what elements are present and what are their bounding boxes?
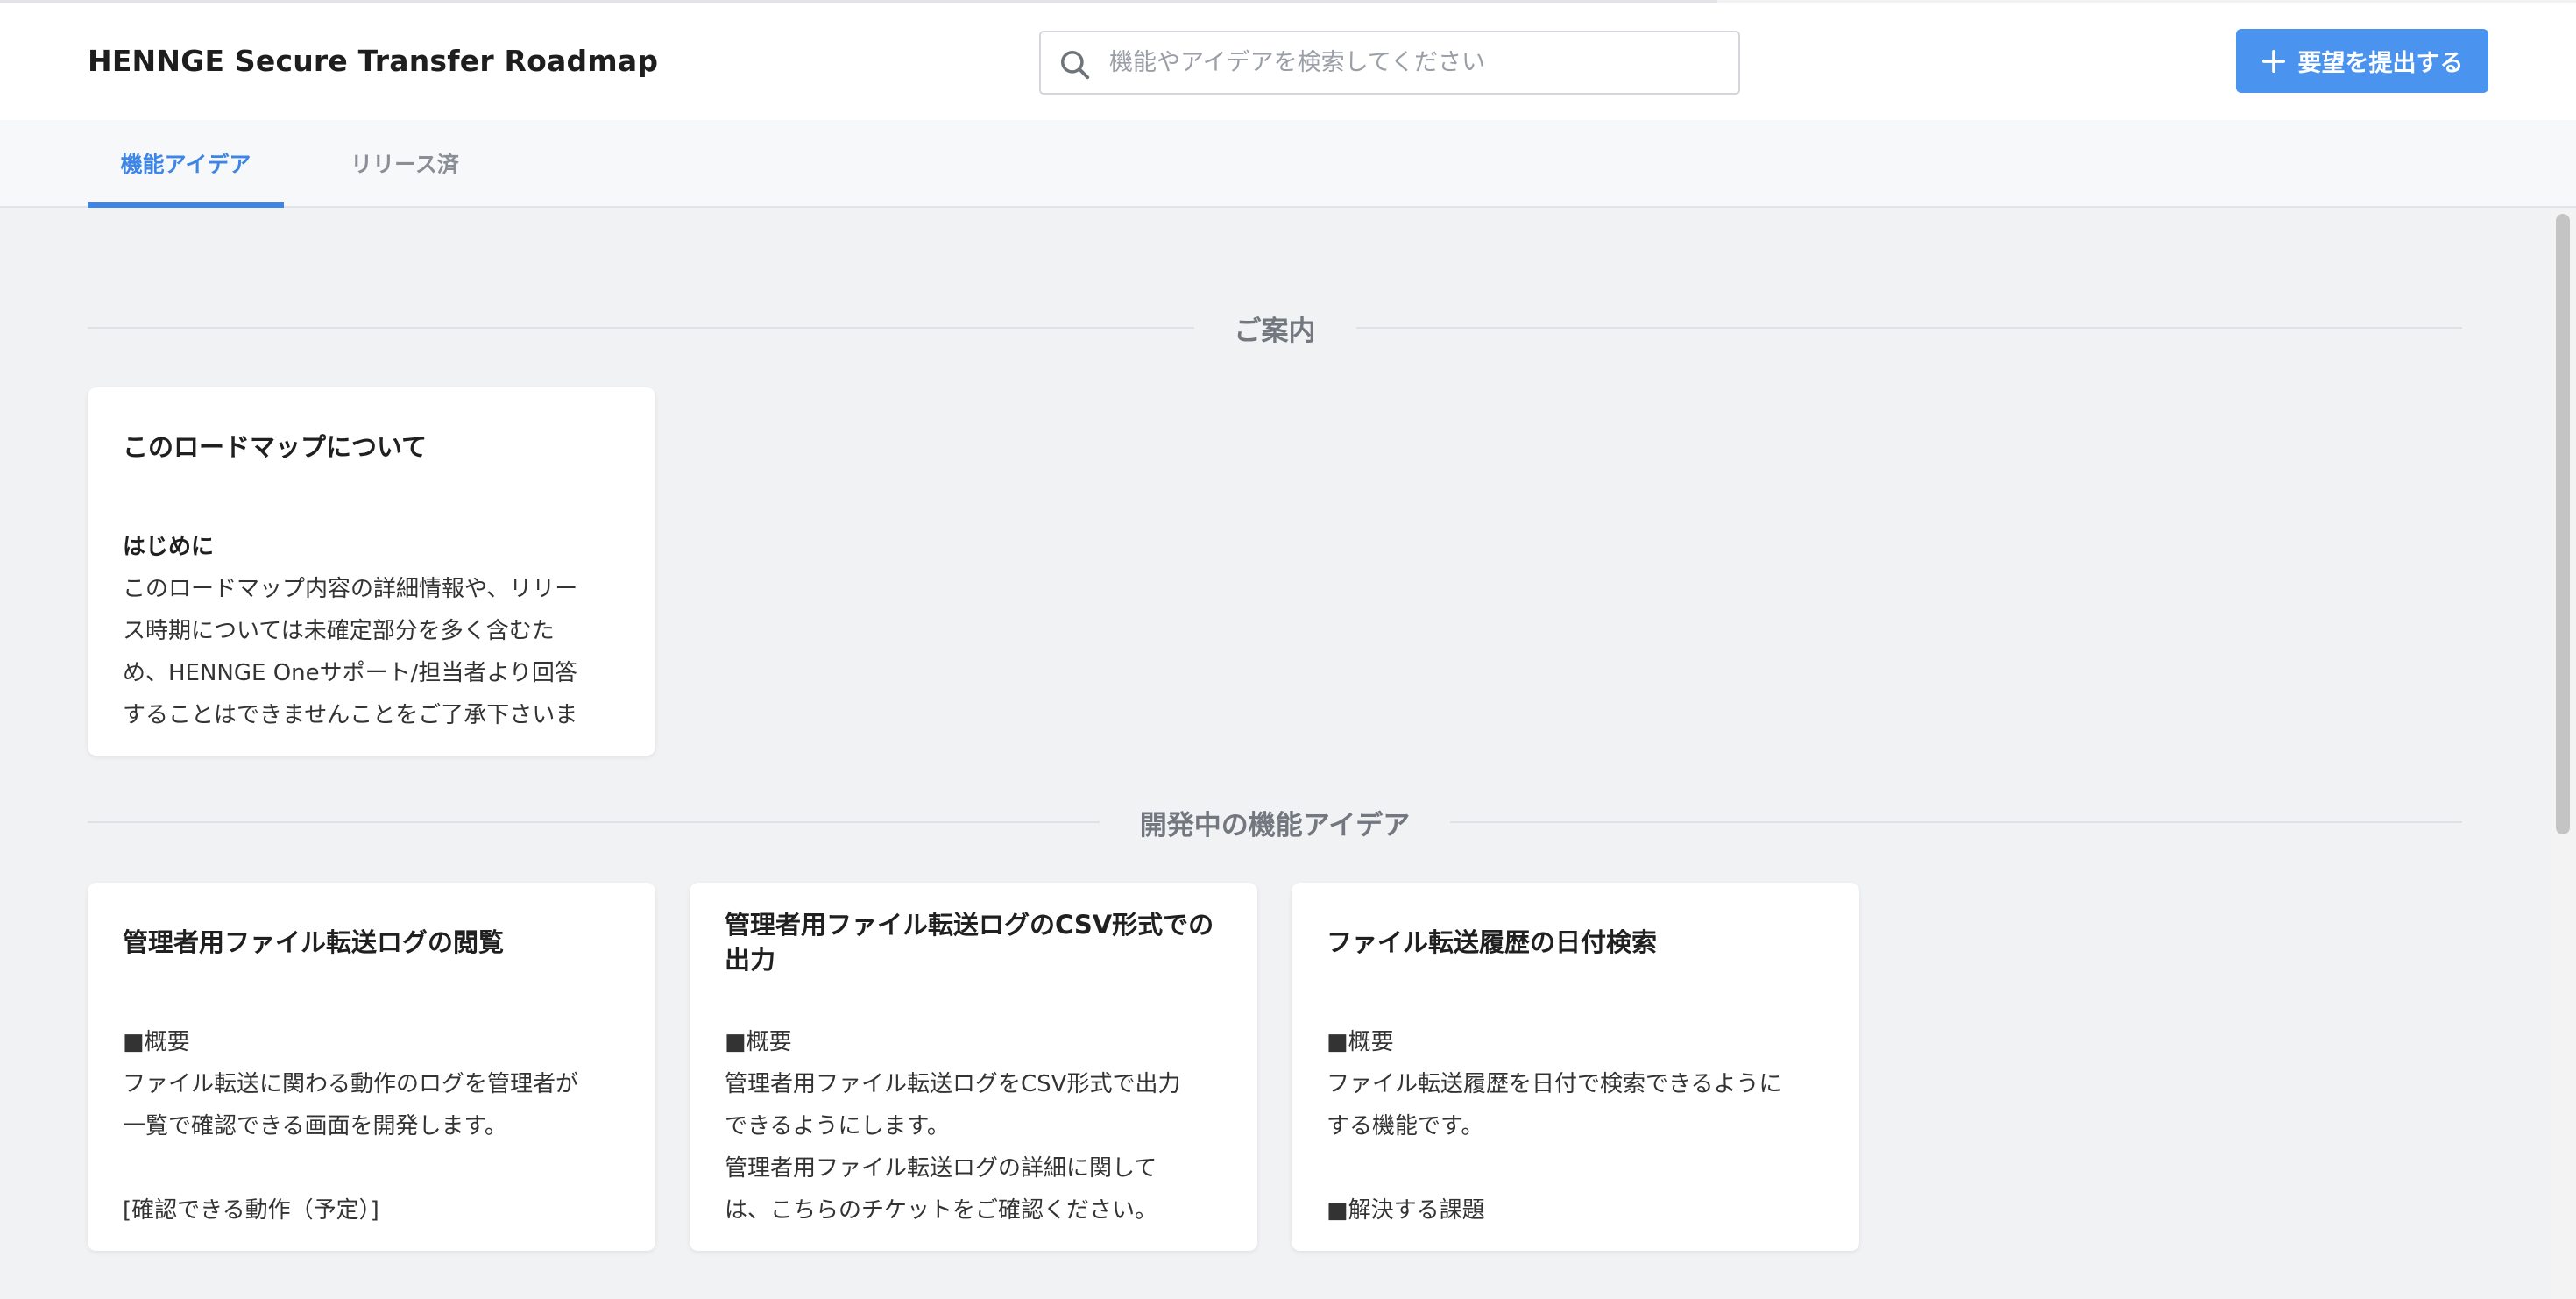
card-title-area: 管理者用ファイル転送ログの閲覧 bbox=[123, 883, 622, 1002]
scrollbar-thumb[interactable] bbox=[2556, 214, 2570, 834]
card-text-line: め、HENNGE Oneサポート/担当者より回答 bbox=[123, 660, 577, 686]
divider-line bbox=[88, 327, 1194, 329]
card-body: ■概要 ファイル転送に関わる動作のログを管理者が 一覧で確認できる画面を開発しま… bbox=[123, 1021, 622, 1251]
section-header-guide: ご案内 bbox=[88, 310, 2462, 347]
card-heading: はじめに bbox=[123, 534, 215, 560]
card-body: ■概要 管理者用ファイル転送ログをCSV形式で出力 できるようにします。 管理者… bbox=[725, 1021, 1224, 1251]
divider-line bbox=[1450, 821, 2463, 823]
scrollbar[interactable] bbox=[2551, 210, 2576, 1299]
search-input[interactable] bbox=[1109, 32, 1723, 93]
card-body: ■概要 ファイル転送履歴を日付で検索できるように する機能です。 ■解決する課題 bbox=[1327, 1021, 1826, 1251]
card-text-line: ■概要 bbox=[123, 1029, 190, 1055]
submit-request-button[interactable]: 要望を提出する bbox=[2236, 29, 2488, 93]
card-fade bbox=[88, 729, 655, 756]
card-fade bbox=[1292, 1224, 1859, 1251]
card-text-line: 管理者用ファイル転送ログをCSV形式で出力 bbox=[725, 1071, 1181, 1097]
card-text-line: 管理者用ファイル転送ログの詳細に関して bbox=[725, 1155, 1157, 1182]
card-title-area: 管理者用ファイル転送ログのCSV形式での出力 bbox=[725, 883, 1224, 1002]
card-about-roadmap[interactable]: このロードマップについて はじめに このロードマップ内容の詳細情報や、リリー ス… bbox=[88, 387, 655, 756]
divider-line bbox=[88, 821, 1100, 823]
card-title: ファイル転送履歴の日付検索 bbox=[1327, 927, 1658, 957]
section-title: 開発中の機能アイデア bbox=[1139, 809, 1411, 841]
card-admin-transfer-log-view[interactable]: 管理者用ファイル転送ログの閲覧 ■概要 ファイル転送に関わる動作のログを管理者が… bbox=[88, 883, 655, 1251]
card-text-line: ス時期については未確定部分を多く含むた bbox=[123, 618, 555, 644]
tab-bar: 機能アイデア リリース済 bbox=[0, 120, 2576, 208]
card-text-line bbox=[123, 1147, 622, 1189]
card-text-line: ファイル転送に関わる動作のログを管理者が bbox=[123, 1071, 579, 1097]
card-text-line: このロードマップ内容の詳細情報や、リリー bbox=[123, 576, 578, 602]
header: HENNGE Secure Transfer Roadmap 要望を提出する bbox=[0, 3, 2576, 120]
card-title: 管理者用ファイル転送ログのCSV形式での出力 bbox=[725, 910, 1214, 975]
submit-request-label: 要望を提出する bbox=[2297, 50, 2464, 77]
search-box[interactable] bbox=[1039, 31, 1740, 95]
search-icon bbox=[1061, 51, 1090, 80]
card-text-line: ファイル転送履歴を日付で検索できるように bbox=[1327, 1071, 1782, 1097]
divider-line bbox=[1355, 327, 2462, 329]
section-title: ご案内 bbox=[1234, 315, 1316, 347]
card-transfer-history-date-search[interactable]: ファイル転送履歴の日付検索 ■概要 ファイル転送履歴を日付で検索できるように す… bbox=[1292, 883, 1859, 1251]
card-text-line: する機能です。 bbox=[1327, 1113, 1484, 1139]
card-title-area: このロードマップについて bbox=[123, 387, 622, 507]
tab-feature-ideas[interactable]: 機能アイデア bbox=[88, 120, 284, 208]
card-text-line: ■概要 bbox=[725, 1029, 792, 1055]
card-text-line: ■概要 bbox=[1327, 1029, 1394, 1055]
plus-icon bbox=[2261, 49, 2285, 73]
tab-released[interactable]: リリース済 bbox=[333, 120, 477, 206]
card-title-area: ファイル転送履歴の日付検索 bbox=[1327, 883, 1826, 1002]
section-header-in-development: 開発中の機能アイデア bbox=[88, 805, 2463, 841]
card-fade bbox=[690, 1224, 1257, 1251]
card-text-line: 一覧で確認できる画面を開発します。 bbox=[123, 1113, 507, 1139]
card-title: 管理者用ファイル転送ログの閲覧 bbox=[123, 927, 505, 957]
app-title[interactable]: HENNGE Secure Transfer Roadmap bbox=[88, 44, 658, 78]
card-text-line: できるようにします。 bbox=[725, 1113, 950, 1139]
card-text-line bbox=[1327, 1147, 1826, 1189]
card-body: はじめに このロードマップ内容の詳細情報や、リリー ス時期については未確定部分を… bbox=[123, 526, 622, 756]
card-admin-transfer-log-csv[interactable]: 管理者用ファイル転送ログのCSV形式での出力 ■概要 管理者用ファイル転送ログを… bbox=[690, 883, 1257, 1251]
card-title: このロードマップについて bbox=[123, 432, 428, 462]
card-fade bbox=[88, 1224, 655, 1251]
